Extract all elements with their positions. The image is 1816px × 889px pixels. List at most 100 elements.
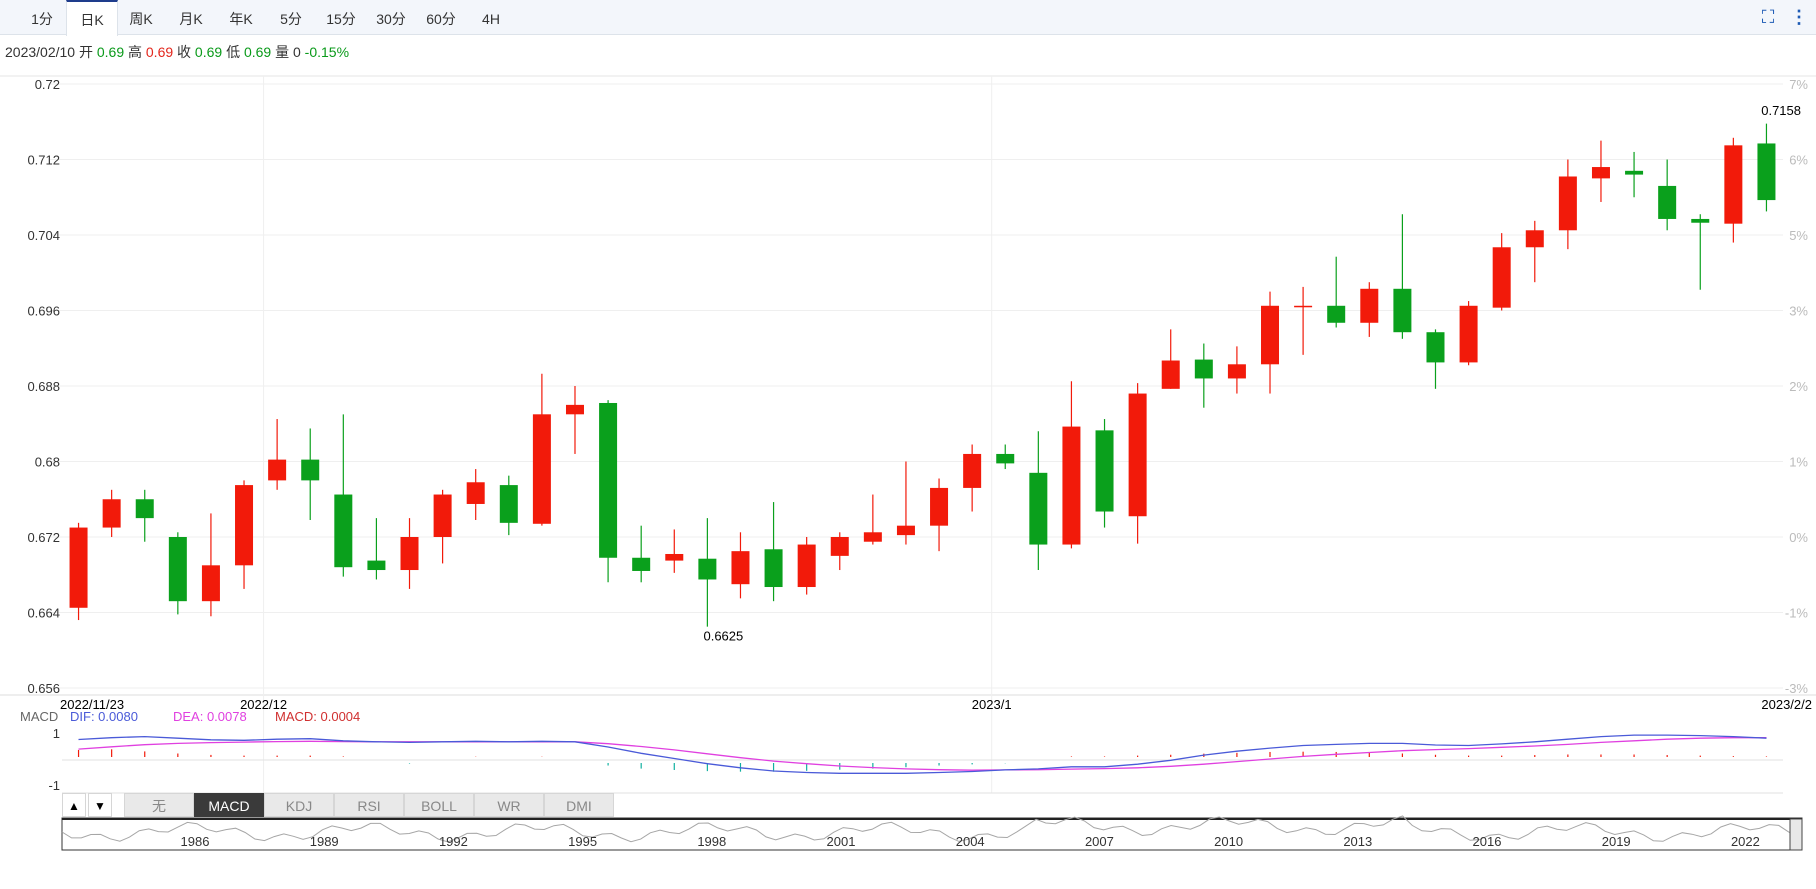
y-tick-label: 0.68: [35, 455, 60, 470]
candle-body: [731, 551, 750, 585]
candle-body: [1492, 247, 1511, 308]
candle-body: [367, 560, 386, 571]
pct-tick-label: 0%: [1789, 530, 1808, 545]
x-axis-label: 2023/2/2: [1761, 697, 1812, 712]
scroll-up-button[interactable]: ▲: [62, 793, 86, 817]
macd-legend-name: MACD: [20, 709, 58, 724]
candle-body: [896, 525, 915, 536]
scroll-down-button[interactable]: ▼: [88, 793, 112, 817]
pct-tick-label: 2%: [1789, 379, 1808, 394]
macd-y-tick: 1: [53, 726, 60, 741]
candle-body: [168, 537, 187, 602]
macd-legend-dif: DIF: 0.0080: [70, 709, 138, 724]
candle-body: [1161, 360, 1180, 389]
candle-body: [1625, 170, 1644, 175]
candle-body: [235, 485, 254, 566]
candle-body: [1691, 218, 1710, 223]
navigator-handle: [1789, 818, 1803, 851]
candle-body: [1724, 145, 1743, 224]
candle-body: [565, 404, 584, 415]
candle-body: [466, 482, 485, 504]
candle-body: [599, 402, 618, 558]
indicator-6[interactable]: DMI: [544, 793, 614, 817]
candle-body: [400, 537, 419, 571]
candle-body: [1261, 305, 1280, 365]
indicator-4[interactable]: BOLL: [404, 793, 474, 817]
candle-body: [1360, 288, 1379, 323]
candle-body: [69, 527, 88, 608]
candle-body: [1327, 305, 1346, 323]
candle-body: [301, 459, 320, 481]
pct-tick-label: -1%: [1785, 606, 1809, 621]
max-price-annotation: 0.7158: [1761, 103, 1801, 118]
candle-body: [863, 532, 882, 542]
candle-body: [1227, 364, 1246, 379]
y-tick-label: 0.696: [27, 304, 60, 319]
candle-body: [1525, 230, 1544, 248]
macd-legend-dea: DEA: 0.0078: [173, 709, 247, 724]
pct-tick-label: 3%: [1789, 304, 1808, 319]
navigator-year-label: 1986: [181, 834, 210, 849]
candle-body: [102, 499, 121, 528]
candle-body: [1757, 143, 1776, 201]
candle-body: [201, 565, 220, 602]
candle-body: [930, 487, 949, 526]
y-tick-label: 0.704: [27, 228, 60, 243]
y-tick-label: 0.712: [27, 153, 60, 168]
candle-body: [830, 537, 849, 556]
candle-body: [1062, 426, 1081, 545]
y-tick-label: 0.664: [27, 606, 60, 621]
candle-body: [268, 459, 287, 481]
indicator-0[interactable]: 无: [124, 793, 194, 817]
candle-body: [499, 485, 518, 523]
candle-body: [1658, 185, 1677, 219]
pct-tick-label: 6%: [1789, 153, 1808, 168]
y-tick-label: 0.656: [27, 681, 60, 696]
pct-tick-label: 7%: [1789, 77, 1808, 92]
candle-body: [665, 553, 684, 561]
indicator-3[interactable]: RSI: [334, 793, 404, 817]
indicator-5[interactable]: WR: [474, 793, 544, 817]
candle-body: [797, 544, 816, 588]
navigator-year-label: 2019: [1602, 834, 1631, 849]
candle-body: [135, 499, 154, 519]
macd-legend-macd: MACD: 0.0004: [275, 709, 360, 724]
navigator-year-label: 1989: [310, 834, 339, 849]
navigator-year-label: 2013: [1343, 834, 1372, 849]
dif-line: [78, 734, 1767, 774]
candle-body: [1558, 176, 1577, 231]
candle-body: [1459, 305, 1478, 363]
navigator-year-label: 2004: [956, 834, 985, 849]
candle-body: [334, 494, 353, 568]
pct-tick-label: 1%: [1789, 455, 1808, 470]
navigator-year-label: 2022: [1731, 834, 1760, 849]
x-axis-label: 2023/1: [972, 697, 1012, 712]
navigator-year-label: 2016: [1473, 834, 1502, 849]
pct-tick-label: 5%: [1789, 228, 1808, 243]
y-tick-label: 0.72: [35, 77, 60, 92]
candle-body: [433, 494, 452, 537]
candle-body: [996, 453, 1015, 464]
navigator-year-label: 2001: [827, 834, 856, 849]
min-price-annotation: 0.6625: [703, 629, 743, 644]
candle-body: [764, 549, 783, 588]
candle-body: [1194, 359, 1213, 379]
candle-body: [632, 557, 651, 571]
candle-body: [963, 453, 982, 488]
indicator-2[interactable]: KDJ: [264, 793, 334, 817]
navigator-year-label: 2010: [1214, 834, 1243, 849]
navigator-year-label: 1992: [439, 834, 468, 849]
candle-body: [1294, 305, 1313, 308]
pct-tick-label: -3%: [1785, 681, 1809, 696]
navigator-year-label: 2007: [1085, 834, 1114, 849]
candle-body: [532, 414, 551, 524]
candle-body: [1095, 430, 1114, 512]
y-tick-label: 0.672: [27, 530, 60, 545]
candle-body: [698, 558, 717, 580]
navigator-year-label: 1995: [568, 834, 597, 849]
indicator-1[interactable]: MACD: [194, 793, 264, 817]
candle-body: [1393, 288, 1412, 333]
kline-chart[interactable]: 0.72 0.712 0.704 0.696 0.688 0.68 0.672 0.664 0.…: [0, 0, 1816, 889]
navigator-year-label: 1998: [697, 834, 726, 849]
y-tick-label: 0.688: [27, 379, 60, 394]
